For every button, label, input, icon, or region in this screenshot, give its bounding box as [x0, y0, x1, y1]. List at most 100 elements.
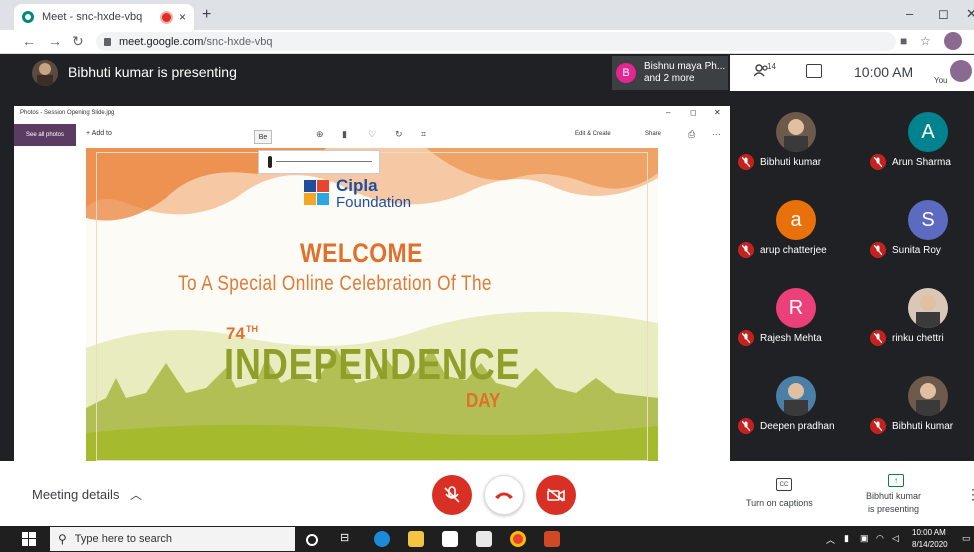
mic-off-icon — [870, 154, 886, 170]
zoom-slider-thumb[interactable] — [268, 156, 272, 168]
raised-hand-more: and 2 more — [644, 73, 695, 84]
more-options-icon[interactable]: ⋮ — [966, 486, 974, 503]
leave-call-button[interactable] — [484, 475, 524, 515]
zoom-icon[interactable]: ⊕ — [316, 129, 324, 140]
restore-window-button[interactable]: ◻ — [938, 6, 949, 22]
favorite-icon[interactable]: ♡ — [368, 129, 376, 140]
participant-avatar — [776, 112, 816, 152]
wifi-icon[interactable]: ◠ — [876, 533, 884, 544]
windows-start-icon[interactable] — [22, 532, 36, 546]
chevron-up-icon[interactable]: ︿ — [130, 486, 142, 503]
chrome-icon[interactable] — [510, 531, 526, 547]
participant-avatar: S — [908, 200, 948, 240]
participant-name: Bibhuti kumar — [892, 421, 954, 432]
powerpoint-icon[interactable] — [544, 531, 560, 547]
forward-arrow-icon[interactable]: → — [48, 33, 62, 49]
cipla-logo-icon — [302, 178, 332, 208]
participant-tile[interactable]: Bibhuti kumar — [734, 112, 856, 200]
photos-close-button[interactable]: ✕ — [714, 108, 721, 117]
address-bar[interactable]: meet.google.com/snc-hxde-vbq — [96, 32, 896, 51]
new-tab-button[interactable]: + — [202, 6, 211, 24]
taskbar-search-input[interactable]: ⚲ Type here to search — [50, 527, 295, 551]
edge-icon[interactable] — [374, 531, 390, 547]
store-icon[interactable] — [442, 531, 458, 547]
more-options-icon[interactable]: ··· — [712, 129, 721, 139]
rotate-icon[interactable]: ↻ — [395, 129, 403, 140]
photos-minimize-button[interactable]: – — [666, 108, 670, 117]
edit-create-button[interactable]: Edit & Create — [575, 131, 611, 137]
print-icon[interactable]: ⎙ — [688, 129, 695, 140]
slide-ordinal-suffix: TH — [246, 324, 258, 334]
browser-tab[interactable]: Meet - snc-hxde-vbq × — [14, 4, 194, 30]
participant-avatar: R — [776, 288, 816, 328]
notification-icon[interactable]: ▭ — [962, 533, 971, 544]
presenter-name-label[interactable]: Bibhuti kumar — [866, 491, 921, 501]
self-avatar[interactable] — [950, 60, 972, 82]
participant-name: Deepen pradhan — [760, 421, 835, 432]
captions-icon[interactable]: CC — [776, 478, 792, 491]
people-icon[interactable] — [753, 64, 768, 80]
share-button[interactable]: Share — [645, 131, 661, 137]
tray-app-icon[interactable]: ▣ — [860, 533, 869, 544]
mic-off-icon — [870, 418, 886, 434]
participant-tile[interactable]: Deepen pradhan — [734, 376, 856, 464]
raised-hands-notice[interactable]: B Bishnu maya Ph... and 2 more — [612, 56, 728, 90]
tray-mic-icon[interactable]: ▮ — [844, 533, 849, 544]
camera-off-icon — [547, 488, 565, 502]
participant-name: rinku chettri — [892, 333, 944, 344]
presenter-avatar — [32, 60, 58, 86]
participant-tile[interactable]: S Sunita Roy — [866, 200, 974, 288]
participant-tile[interactable]: a arup chatterjee — [734, 200, 856, 288]
minimize-window-button[interactable]: – — [906, 6, 913, 21]
reload-icon[interactable]: ↻ — [72, 33, 84, 50]
crop-icon[interactable]: ⌗ — [421, 129, 426, 140]
url-path: /snc-hxde-vbq — [203, 35, 273, 48]
camera-indicator-icon[interactable]: ■ — [900, 34, 907, 48]
participant-tile[interactable]: A Arun Sharma — [866, 112, 974, 200]
close-window-button[interactable]: ✕ — [966, 6, 974, 22]
add-to-button[interactable]: + Add to — [86, 130, 112, 137]
see-all-photos-button[interactable]: See all photos — [14, 124, 76, 146]
camera-toggle-button[interactable] — [536, 475, 576, 515]
participant-tile[interactable]: rinku chettri — [866, 288, 974, 376]
participant-tile[interactable]: Bibhuti kumar — [866, 376, 974, 464]
task-view-icon[interactable]: ⊟ — [340, 531, 356, 547]
mic-off-icon — [738, 330, 754, 346]
meeting-details-button[interactable]: Meeting details — [32, 487, 119, 502]
participant-name: Bibhuti kumar — [760, 157, 822, 168]
tray-chevron-icon[interactable]: ︿ — [826, 533, 835, 546]
mic-off-icon — [870, 242, 886, 258]
hang-up-icon — [495, 492, 513, 499]
logo-text-secondary: Foundation — [336, 194, 412, 211]
chrome-profile-avatar[interactable] — [944, 32, 962, 50]
zoom-slider-track[interactable] — [276, 161, 372, 162]
bookmark-star-icon[interactable]: ☆ — [920, 34, 931, 48]
photos-window-title: Photos - Session Opening Slide.jpg — [20, 110, 115, 116]
back-arrow-icon[interactable]: ← — [22, 33, 36, 49]
cortana-icon[interactable] — [306, 534, 318, 546]
tray-date[interactable]: 8/14/2020 — [912, 540, 948, 549]
tab-close-icon[interactable]: × — [179, 10, 186, 24]
mic-off-icon — [738, 418, 754, 434]
delete-icon[interactable]: ▮ — [342, 129, 347, 140]
mic-off-icon — [870, 330, 886, 346]
participant-avatar: a — [776, 200, 816, 240]
tab-title: Meet - snc-hxde-vbq — [42, 11, 143, 23]
participant-avatar — [908, 376, 948, 416]
file-explorer-icon[interactable] — [408, 531, 424, 547]
volume-icon[interactable]: ◁ — [892, 533, 899, 544]
tray-time[interactable]: 10:00 AM — [912, 528, 946, 537]
meeting-clock: 10:00 AM — [854, 64, 914, 80]
photos-restore-button[interactable]: ◻ — [690, 108, 697, 117]
chat-icon[interactable] — [806, 64, 822, 78]
participant-avatar — [908, 288, 948, 328]
presenting-status-label[interactable]: is presenting — [868, 504, 919, 514]
microphone-toggle-button[interactable] — [432, 475, 472, 515]
present-now-icon[interactable]: ↑ — [888, 474, 904, 487]
mail-icon[interactable] — [476, 531, 492, 547]
url-host: meet.google.com — [119, 35, 204, 48]
participant-tile[interactable]: R Rajesh Mehta — [734, 288, 856, 376]
participant-avatar: A — [908, 112, 948, 152]
mic-off-icon — [738, 154, 754, 170]
captions-label[interactable]: Turn on captions — [746, 498, 813, 508]
